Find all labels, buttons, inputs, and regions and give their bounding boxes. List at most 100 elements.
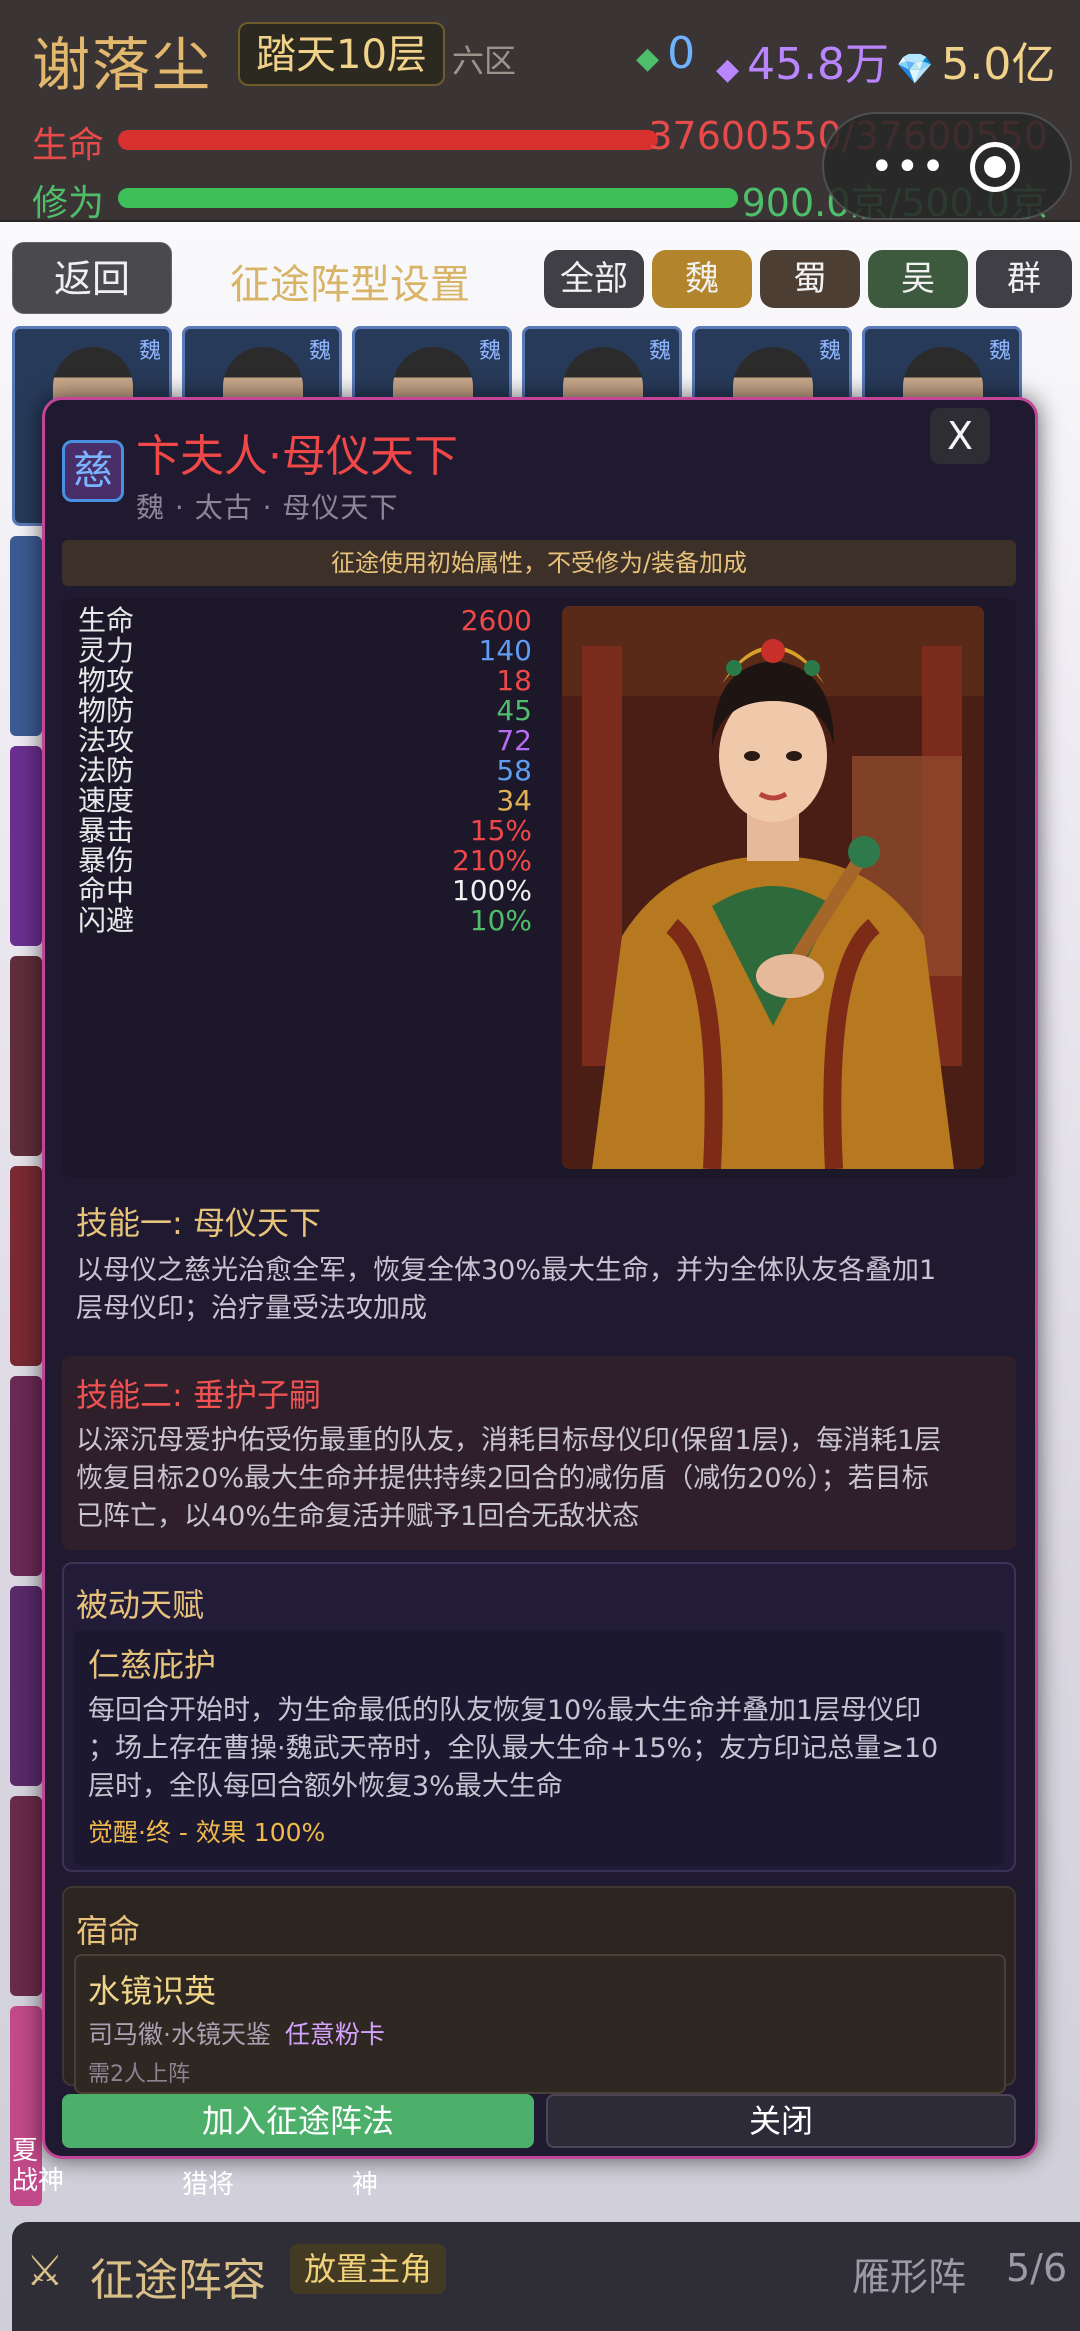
hero-seal-badge: 慈 [62, 440, 124, 502]
edge-card-label: 战神 [12, 2166, 65, 2196]
realm-badge: 踏天10层 [238, 22, 445, 86]
passive-desc-line: 层时，全队每回合额外恢复3%最大生命 [88, 1771, 563, 1802]
stat-label: 暴击 [78, 814, 135, 847]
fate-header: 宿命 [76, 1912, 141, 1950]
hero-card[interactable]: 魏 [862, 326, 1022, 406]
join-formation-button[interactable]: 加入征途阵法 [62, 2094, 534, 2148]
tab-wu[interactable]: 吴 [868, 250, 968, 308]
awaken-status: 觉醒·终 - 效果 100% [88, 1818, 326, 1847]
stat-label: 命中 [78, 874, 135, 907]
passive-card: 仁慈庇护 每回合开始时，为生命最低的队友恢复10%最大生命并叠加1层母仪印 ；场… [74, 1630, 1004, 1866]
attribute-notice: 征途使用初始属性，不受修为/装备加成 [62, 540, 1016, 586]
card-label: 猎将 [182, 2170, 235, 2200]
hp-label: 生命 [32, 125, 105, 166]
resource-jade: ◆ 0 [636, 28, 696, 79]
diamond-icon: 💎 [896, 52, 934, 87]
lineup-title: 征途阵型设置 [230, 262, 470, 308]
stat-value: 34 [496, 784, 532, 817]
tab-qun[interactable]: 群 [976, 250, 1072, 308]
stat-value: 18 [496, 664, 532, 697]
stat-label: 暴伤 [78, 844, 135, 877]
hero-name: 卞夫人·母仪天下 [136, 431, 458, 482]
passive-talent-section: 被动天赋 仁慈庇护 每回合开始时，为生命最低的队友恢复10%最大生命并叠加1层母… [62, 1562, 1016, 1872]
hero-card-edge[interactable] [10, 1166, 42, 1366]
stat-label: 物攻 [78, 664, 135, 697]
edge-card-label: 夏 [12, 2136, 39, 2166]
tab-shu[interactable]: 蜀 [760, 250, 860, 308]
hero-card[interactable]: 魏 [352, 326, 512, 406]
fate-extra: 任意粉卡 [284, 2020, 385, 2049]
stat-value: 140 [478, 634, 532, 667]
close-icon[interactable]: X [930, 408, 990, 464]
hero-portrait-image [562, 606, 984, 1169]
jade-icon: ◆ [636, 41, 660, 76]
hero-card-edge[interactable] [10, 1376, 42, 1576]
cultivation-label: 修为 [32, 183, 105, 224]
stat-value: 2600 [460, 604, 532, 637]
stat-label: 灵力 [78, 634, 135, 667]
fate-title: 水镜识英 [88, 1972, 217, 2010]
stat-value: 100% [451, 874, 532, 907]
passive-title: 仁慈庇护 [88, 1646, 217, 1684]
stat-value: 72 [496, 724, 532, 757]
skill-two-desc-line: 已阵亡，以40%生命复活并赋予1回合无敌状态 [76, 1501, 640, 1532]
hero-card[interactable]: 魏 [692, 326, 852, 406]
purple-crystal-icon: ◆ [716, 52, 740, 87]
hero-card[interactable]: 魏 [522, 326, 682, 406]
stat-label: 速度 [78, 784, 135, 817]
stat-value: 45 [496, 694, 532, 727]
record-icon[interactable] [970, 142, 1020, 192]
resource-crystal: ◆ 45.8万 [716, 39, 890, 90]
back-button[interactable]: 返回 [12, 242, 172, 314]
server-zone: 六区 [452, 42, 517, 80]
skill-one-desc-line: 层母仪印；治疗量受法攻加成 [76, 1293, 427, 1324]
hero-subtitle: 魏 · 太古 · 母仪天下 [136, 491, 399, 524]
hero-card-edge[interactable] [10, 746, 42, 946]
resource-diamond: 💎 5.0亿 [896, 39, 1056, 90]
skill-two-section: 技能二: 垂护子嗣 以深沉母爱护佑受伤最重的队友，消耗目标母仪印(保留1层)，每… [62, 1356, 1016, 1550]
fate-section: 宿命 水镜识英 司马徽·水镜天鉴 任意粉卡 需2人上阵 [62, 1886, 1016, 2094]
place-protagonist-button[interactable]: 放置主角 [290, 2244, 447, 2294]
fate-requirement: 需2人上阵 [88, 2062, 190, 2087]
tab-wei[interactable]: 魏 [652, 250, 752, 308]
skill-one-section: 技能一: 母仪天下 以母仪之慈光治愈全军，恢复全体30%最大生命，并为全体队友各… [62, 1186, 1016, 1346]
skill-two-title: 技能二: 垂护子嗣 [76, 1376, 321, 1414]
close-button[interactable]: 关闭 [546, 2094, 1016, 2148]
stat-value: 210% [451, 844, 532, 877]
stat-value: 15% [469, 814, 532, 847]
lineup-title-bottom: 征途阵容 [90, 2255, 266, 2306]
skill-two-desc-line: 恢复目标20%最大生命并提供持续2回合的减伤盾（减伤20%）；若目标 [76, 1463, 929, 1494]
formation-name[interactable]: 雁形阵 [852, 2246, 966, 2301]
stat-value: 58 [496, 754, 532, 787]
miniprogram-capsule[interactable]: ••• [822, 112, 1072, 220]
lineup-count: 5/6 [1006, 2246, 1068, 2290]
hero-card-edge[interactable] [10, 1586, 42, 1786]
stat-label: 物防 [78, 694, 135, 727]
stat-value: 10% [469, 904, 532, 937]
empress-illustration [562, 606, 984, 1169]
skill-two-desc-line: 以深沉母爱护佑受伤最重的队友，消耗目标母仪印(保留1层)，每消耗1层 [76, 1425, 942, 1456]
hero-card-edge[interactable] [10, 956, 42, 1156]
fate-card: 水镜识英 司马徽·水镜天鉴 任意粉卡 需2人上阵 [74, 1954, 1006, 2094]
stat-label: 生命 [78, 604, 135, 637]
hero-card-edge[interactable] [10, 536, 42, 736]
skill-one-title: 技能一: 母仪天下 [76, 1204, 321, 1242]
cultivation-bar [118, 188, 738, 208]
card-label: 神 [352, 2170, 379, 2200]
stat-label: 闪避 [78, 904, 135, 937]
stat-label: 法防 [78, 754, 135, 787]
hp-bar [118, 130, 658, 150]
passive-desc-line: 每回合开始时，为生命最低的队友恢复10%最大生命并叠加1层母仪印 [88, 1695, 922, 1726]
hero-card-edge[interactable] [10, 1796, 42, 1996]
skill-one-desc-line: 以母仪之慈光治愈全军，恢复全体30%最大生命，并为全体队友各叠加1 [76, 1255, 937, 1286]
tab-all[interactable]: 全部 [544, 250, 644, 308]
fate-members: 司马徽·水镜天鉴 任意粉卡 [88, 2020, 385, 2049]
passive-desc-line: ；场上存在曹操·魏武天帝时，全队最大生命+15%；友方印记总量≥10 [88, 1733, 939, 1764]
lineup-header: 返回 征途阵型设置 全部 魏 蜀 吴 群 [0, 230, 1080, 320]
stat-label: 法攻 [78, 724, 135, 757]
crossed-swords-icon: ⚔ [26, 2246, 64, 2295]
more-icon[interactable]: ••• [870, 144, 947, 190]
player-name: 谢落尘 [32, 31, 213, 99]
passive-header: 被动天赋 [76, 1586, 205, 1624]
hero-card[interactable]: 魏 [182, 326, 342, 406]
